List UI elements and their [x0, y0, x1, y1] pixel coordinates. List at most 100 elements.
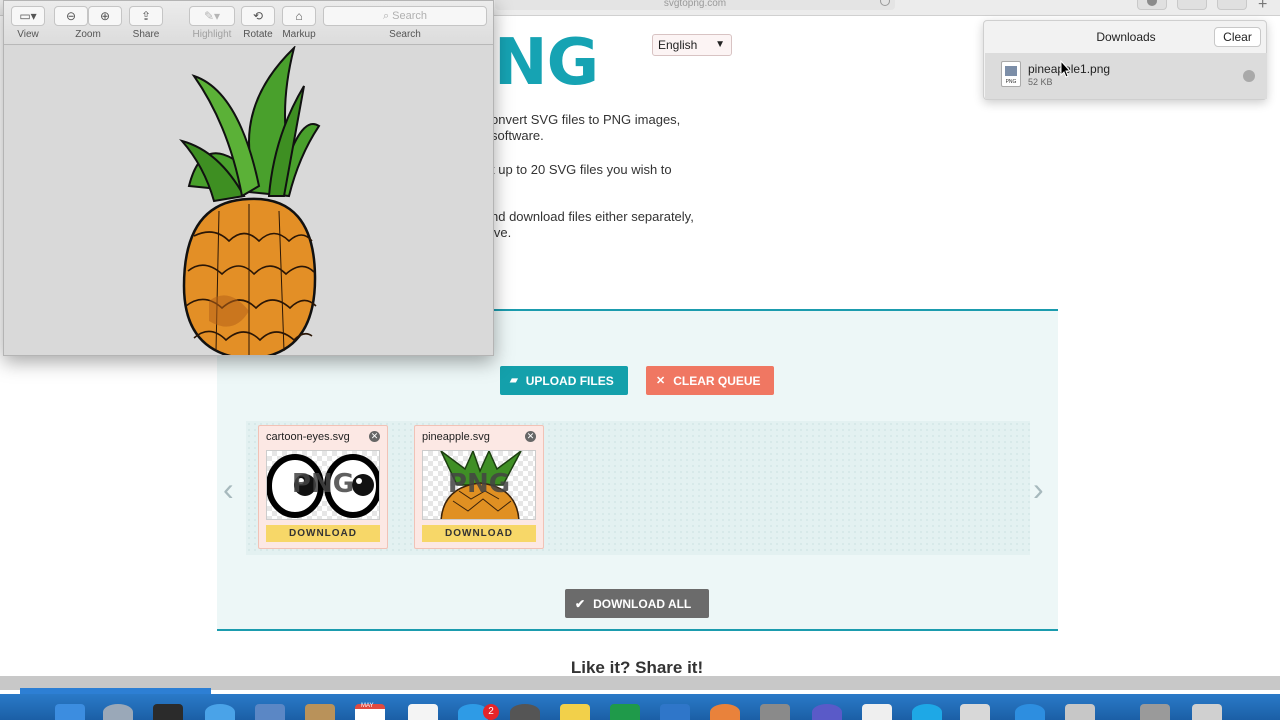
download-size: 52 KB: [1028, 77, 1053, 87]
notification-badge: 2: [483, 704, 499, 720]
markup-button[interactable]: ⌂: [282, 6, 316, 26]
address-text: svgtopng.com: [663, 0, 727, 9]
magnifier-icon[interactable]: [1243, 70, 1255, 82]
pineapple-image: [179, 44, 321, 355]
downloads-stack-icon[interactable]: [1015, 704, 1045, 720]
intro-line: software.: [491, 128, 544, 143]
language-value: English: [658, 38, 698, 52]
highlighter-icon: ✎▾: [203, 9, 221, 23]
contacts-icon[interactable]: [305, 704, 335, 720]
share-label: Share: [132, 29, 160, 40]
view-label: View: [17, 29, 39, 40]
clear-queue-button[interactable]: ✕ CLEAR QUEUE: [646, 366, 774, 395]
upload-files-button[interactable]: ▰ UPLOAD FILES: [500, 366, 628, 395]
preview-window: ▭▾ ⊖ ⊕ ⇪ ✎▾ ⟲ ⌂ ⌕ Search View Zoom Share…: [3, 0, 494, 356]
prev-arrow-button[interactable]: ‹: [223, 471, 234, 508]
terminal-icon[interactable]: [153, 704, 183, 720]
zoom-label: Zoom: [75, 29, 101, 40]
file-name: pineapple.svg: [422, 431, 490, 443]
clear-downloads-button[interactable]: Clear: [1214, 27, 1261, 47]
zoom-in-icon: ⊕: [99, 9, 111, 23]
trash-icon[interactable]: [1192, 704, 1222, 720]
downloads-button[interactable]: [1137, 0, 1167, 10]
next-arrow-button[interactable]: ›: [1033, 471, 1044, 508]
intro-line: t up to 20 SVG files you wish to: [491, 162, 672, 177]
zoom-out-button[interactable]: ⊖: [54, 6, 88, 26]
textedit-icon[interactable]: [862, 704, 892, 720]
png-watermark: PNG: [291, 469, 355, 499]
file-thumbnail: PNG: [422, 450, 536, 520]
site-logo[interactable]: NG: [494, 26, 599, 100]
folder-stack-icon[interactable]: [1140, 704, 1170, 720]
preview-app-icon[interactable]: [760, 704, 790, 720]
downloads-popover: Downloads Clear PNG pineapple1.png 52 KB: [983, 20, 1267, 100]
calendar-icon[interactable]: MAY: [355, 703, 385, 720]
view-button[interactable]: ▭▾: [11, 6, 45, 26]
rotate-icon: ⟲: [252, 9, 264, 23]
intro-line: nd download files either separately,: [491, 209, 694, 224]
search-label: Search: [389, 29, 421, 40]
folder-icon: ▰: [510, 375, 518, 386]
highlight-button[interactable]: ✎▾: [189, 6, 235, 26]
rotate-label: Rotate: [243, 29, 273, 40]
share-button[interactable]: ⇪: [129, 6, 163, 26]
search-icon: ⌕: [382, 10, 393, 22]
zoom-out-icon: ⊖: [65, 9, 77, 23]
close-icon: ✕: [656, 375, 666, 387]
image-capture-icon[interactable]: [960, 704, 990, 720]
mail-icon[interactable]: [255, 704, 285, 720]
markup-label: Markup: [282, 29, 316, 40]
download-all-label: DOWNLOAD ALL: [593, 596, 692, 611]
download-arrow-icon: [1147, 0, 1157, 6]
calendar-month: MAY: [361, 703, 374, 709]
rotate-button[interactable]: ⟲: [241, 6, 275, 26]
mouse-cursor-icon: [1060, 60, 1072, 78]
file-name: cartoon-eyes.svg: [266, 431, 350, 443]
download-all-button[interactable]: ✔ DOWNLOAD ALL: [565, 589, 709, 618]
file-card: cartoon-eyes.svg ✕ PNG DOWNLOAD: [258, 425, 388, 549]
sidebar-icon: ▭▾: [19, 9, 37, 23]
download-button[interactable]: DOWNLOAD: [422, 525, 536, 542]
safari-icon[interactable]: [205, 704, 235, 720]
preview-canvas: [4, 44, 493, 355]
search-input[interactable]: ⌕ Search: [323, 6, 487, 26]
stickies-icon[interactable]: [560, 704, 590, 720]
language-select[interactable]: English ▼: [652, 34, 732, 56]
system-preferences-icon[interactable]: [510, 704, 540, 720]
chevron-down-icon: ▼: [715, 39, 725, 50]
documents-stack-icon[interactable]: [1065, 704, 1095, 720]
search-placeholder: Search: [392, 10, 428, 22]
new-tab-icon[interactable]: +: [1258, 0, 1267, 14]
download-button[interactable]: DOWNLOAD: [266, 525, 380, 542]
remove-file-icon[interactable]: ✕: [369, 431, 380, 442]
browser-icon[interactable]: [812, 704, 842, 720]
excel-icon[interactable]: [610, 704, 640, 720]
check-icon: ✔: [575, 596, 586, 611]
upload-panel: ▰ UPLOAD FILES ✕ CLEAR QUEUE ‹ › cartoon…: [217, 309, 1058, 631]
photos-icon[interactable]: [710, 704, 740, 720]
intro-line: ive.: [491, 225, 512, 240]
share-icon: ⇪: [140, 9, 152, 23]
file-card: pineapple.svg ✕ PNG DOWNLOAD: [414, 425, 544, 549]
zoom-in-button[interactable]: ⊕: [88, 6, 122, 26]
file-thumbnail: PNG: [266, 450, 380, 520]
share-heading: Like it? Share it!: [570, 658, 704, 676]
tabs-overview-button[interactable]: [1217, 0, 1247, 10]
share-toolbar-button[interactable]: [1177, 0, 1207, 10]
download-item[interactable]: PNG pineapple1.png 52 KB: [985, 53, 1267, 99]
file-queue: cartoon-eyes.svg ✕ PNG DOWNLOAD pineappl…: [246, 421, 1030, 555]
upload-files-label: UPLOAD FILES: [525, 373, 614, 388]
notes-icon[interactable]: [408, 704, 438, 720]
png-file-icon: PNG: [1001, 61, 1021, 87]
skype-icon[interactable]: [912, 704, 942, 720]
address-bar[interactable]: svgtopng.com: [495, 0, 895, 10]
remove-file-icon[interactable]: ✕: [525, 431, 536, 442]
toolbox-icon: ⌂: [295, 9, 303, 23]
preview-toolbar: ▭▾ ⊖ ⊕ ⇪ ✎▾ ⟲ ⌂ ⌕ Search View Zoom Share…: [4, 1, 493, 45]
word-icon[interactable]: [660, 704, 690, 720]
png-watermark: PNG: [447, 469, 511, 499]
launchpad-icon[interactable]: [103, 704, 133, 720]
finder-icon[interactable]: [55, 704, 85, 720]
highlight-label: Highlight: [192, 29, 232, 40]
intro-line: onvert SVG files to PNG images,: [491, 112, 681, 127]
